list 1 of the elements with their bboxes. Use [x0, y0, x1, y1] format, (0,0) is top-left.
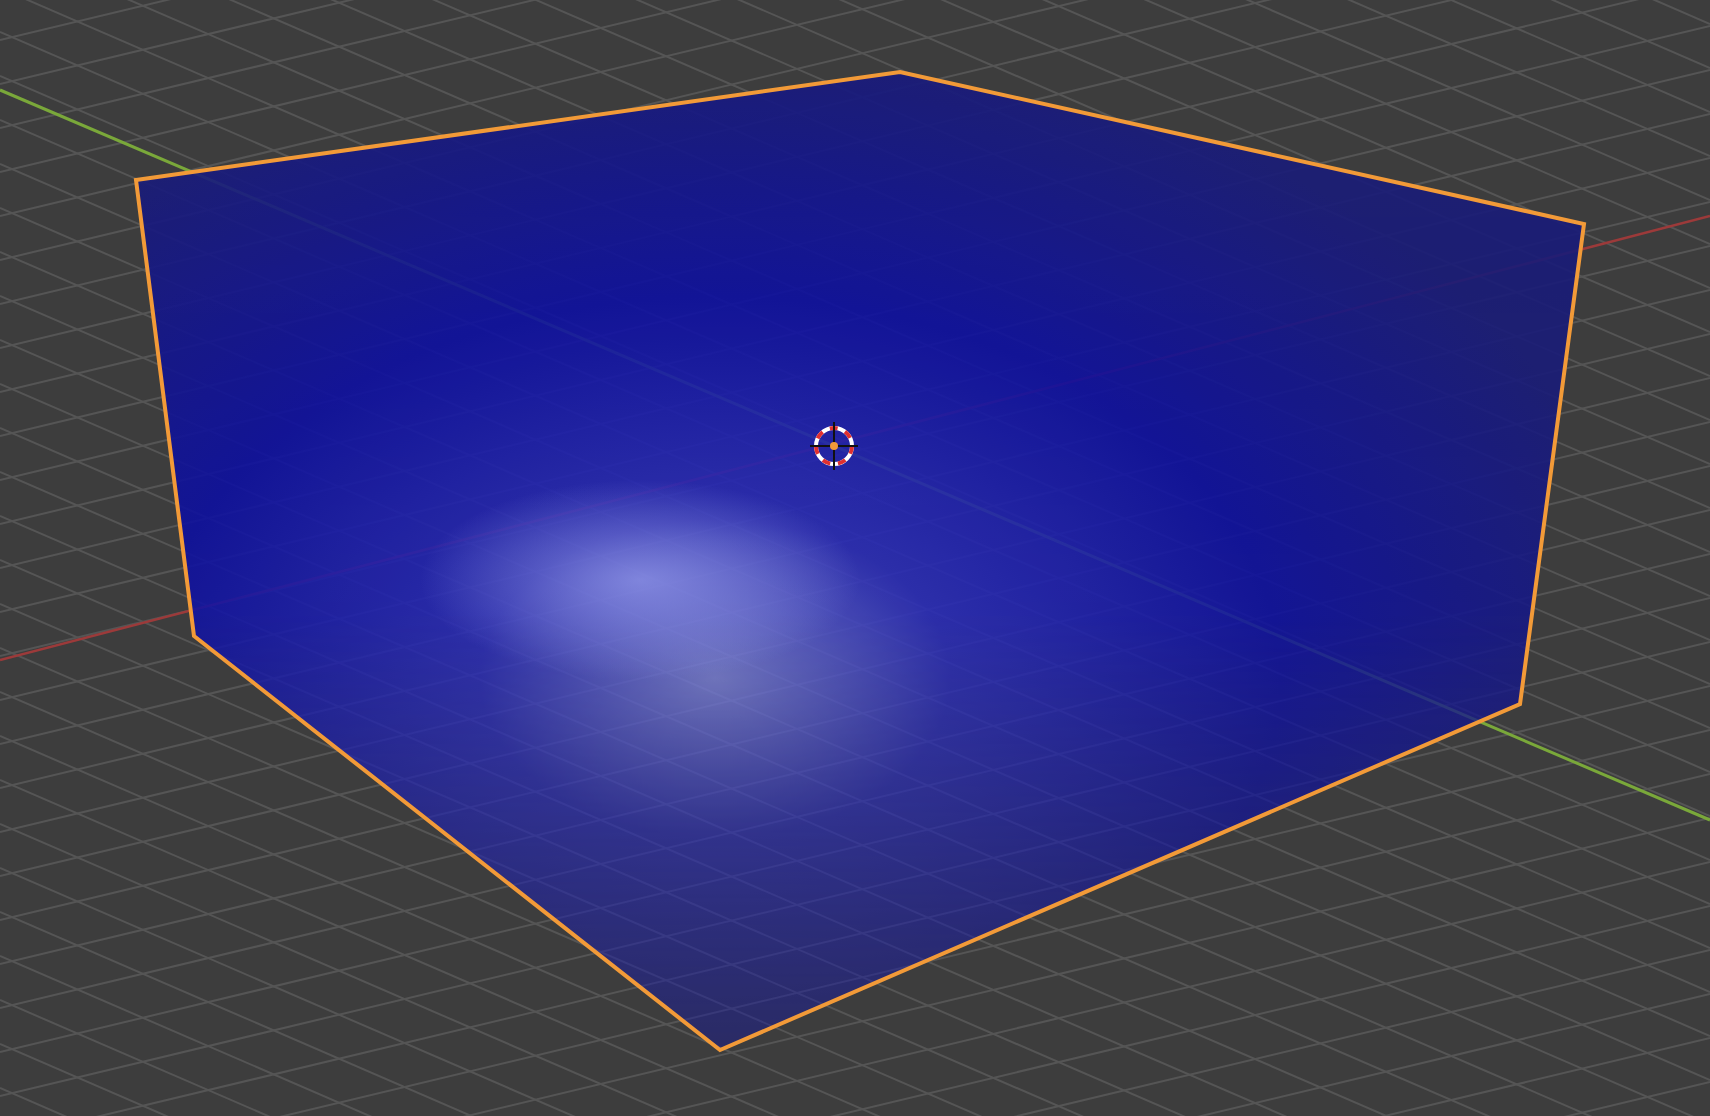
3d-cursor-icon — [809, 421, 859, 471]
